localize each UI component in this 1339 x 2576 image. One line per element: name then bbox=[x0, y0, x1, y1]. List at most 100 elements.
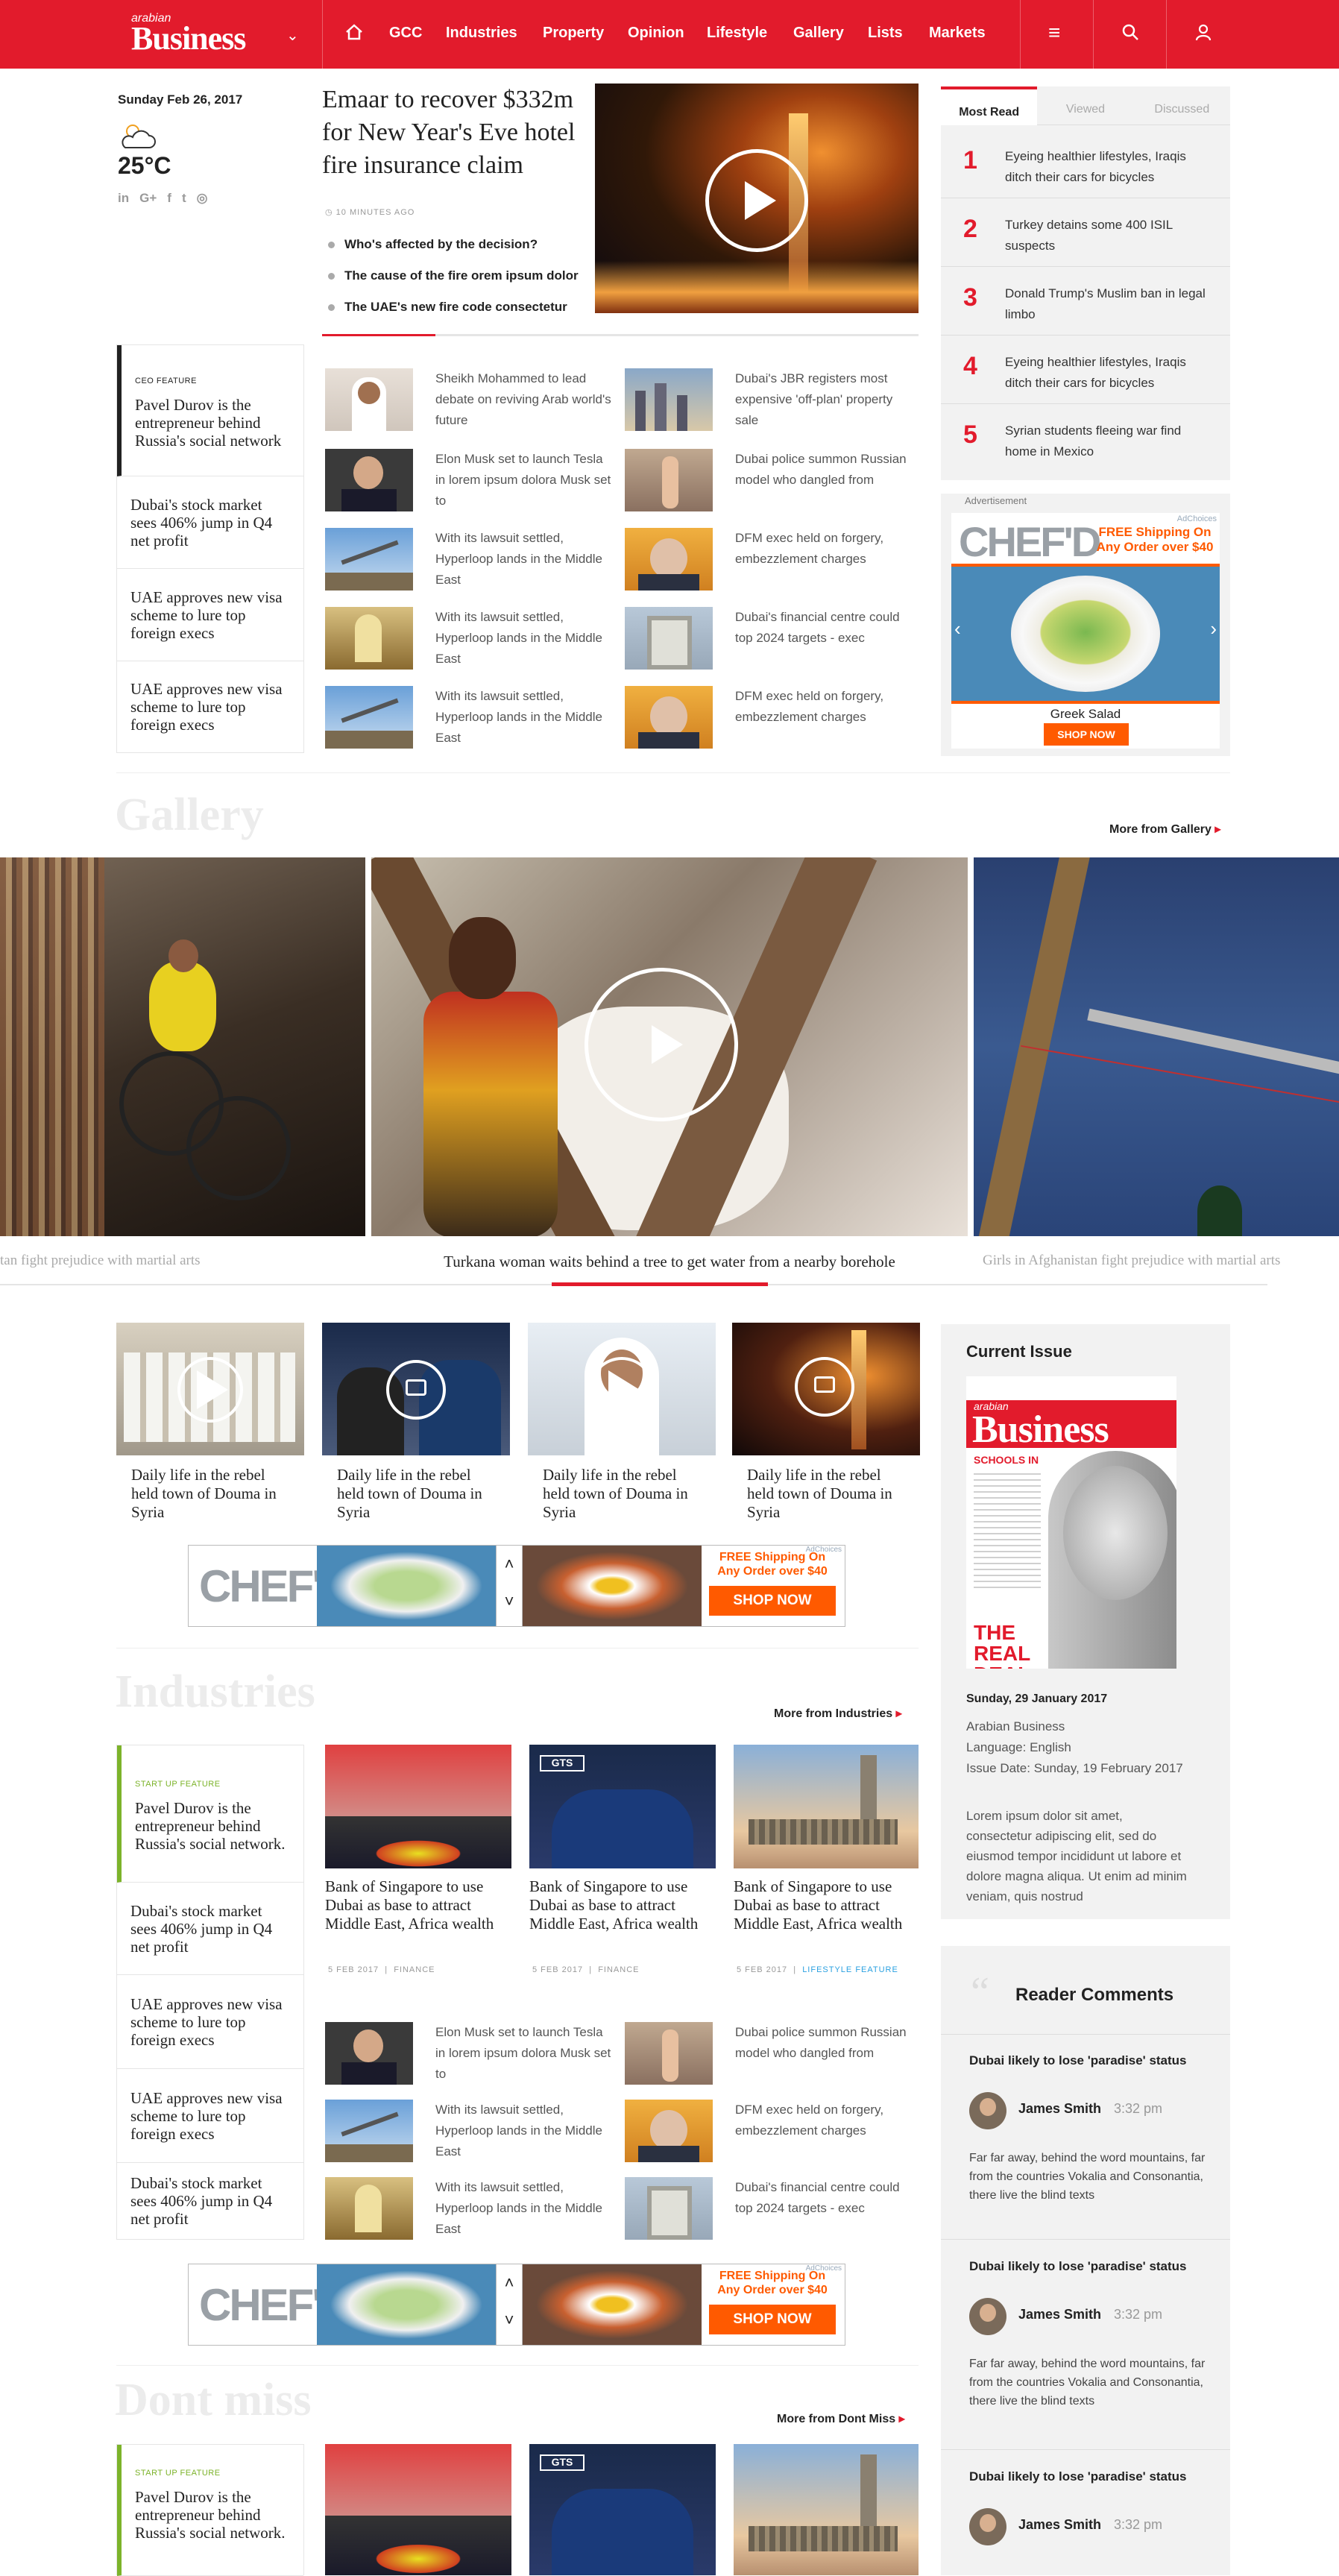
instagram-icon[interactable]: ◎ bbox=[197, 191, 208, 206]
news-item[interactable]: Dubai's financial centre could top 2024 … bbox=[625, 607, 916, 676]
nav-lifestyle[interactable]: Lifestyle bbox=[707, 25, 767, 42]
carousel-next-icon[interactable]: › bbox=[1210, 617, 1217, 640]
news-item[interactable]: Dubai's JBR registers most expensive 'of… bbox=[625, 368, 916, 437]
industry-card[interactable]: GTS Bank of Singapore to use Dubai as ba… bbox=[529, 1745, 716, 1933]
news-item[interactable]: Dubai's financial centre could top 2024 … bbox=[625, 2177, 916, 2246]
lead-bullet[interactable]: Who's affected by the decision? bbox=[325, 237, 579, 252]
menu-icon[interactable]: ≡ bbox=[1048, 21, 1060, 45]
dontmiss-image[interactable] bbox=[734, 2444, 919, 2575]
news-item[interactable]: DFM exec held on forgery, embezzlement c… bbox=[625, 2100, 916, 2168]
banner-arrows[interactable]: ˄ ˅ bbox=[496, 2264, 523, 2345]
gallery-caption-next: Girls in Afghanistan fight prejudice wit… bbox=[983, 1253, 1281, 1268]
feature-item[interactable]: START UP FEATURE Pavel Durov is the entr… bbox=[117, 2445, 303, 2576]
twitter-icon[interactable]: t bbox=[182, 191, 186, 206]
more-dontmiss-link[interactable]: More from Dont Miss bbox=[777, 2411, 905, 2426]
avatar bbox=[969, 2508, 1006, 2545]
news-item[interactable]: Dubai police summon Russian model who da… bbox=[625, 449, 916, 517]
feature-item[interactable]: Dubai's stock market sees 406% jump in Q… bbox=[117, 1883, 303, 1975]
gallery-card[interactable]: Daily life in the rebel held town of Dou… bbox=[732, 1323, 920, 1532]
camera-icon[interactable] bbox=[795, 1357, 854, 1417]
industry-card[interactable]: Bank of Singapore to use Dubai as base t… bbox=[325, 1745, 511, 1933]
user-icon[interactable] bbox=[1194, 22, 1212, 46]
nav-property[interactable]: Property bbox=[543, 25, 604, 42]
news-item[interactable]: With its lawsuit settled, Hyperloop land… bbox=[325, 2177, 616, 2246]
dontmiss-image[interactable]: GTS bbox=[529, 2444, 716, 2575]
banner-shop-button[interactable]: SHOP NOW bbox=[709, 1586, 836, 1616]
play-icon[interactable] bbox=[589, 1357, 655, 1423]
feature-item[interactable]: START UP FEATURE Pavel Durov is the entr… bbox=[117, 1745, 303, 1883]
news-item[interactable]: With its lawsuit settled, Hyperloop land… bbox=[325, 686, 616, 755]
news-item[interactable]: Sheikh Mohammed to lead debate on revivi… bbox=[325, 368, 616, 437]
nav-gcc[interactable]: GCC bbox=[389, 25, 422, 42]
nav-markets[interactable]: Markets bbox=[929, 25, 986, 42]
tab-viewed[interactable]: Viewed bbox=[1037, 86, 1134, 125]
comment-item[interactable]: Dubai likely to lose 'paradise' status J… bbox=[941, 2450, 1230, 2575]
play-icon[interactable] bbox=[177, 1357, 243, 1423]
dontmiss-image[interactable] bbox=[325, 2444, 511, 2575]
lead-headline[interactable]: Emaar to recover $332m for New Year's Ev… bbox=[322, 84, 590, 182]
home-icon[interactable] bbox=[344, 22, 364, 47]
ad-shop-button[interactable]: SHOP NOW bbox=[1044, 723, 1129, 746]
news-item[interactable]: With its lawsuit settled, Hyperloop land… bbox=[325, 2100, 616, 2168]
nav-gallery[interactable]: Gallery bbox=[793, 25, 844, 42]
banner-shop-button[interactable]: SHOP NOW bbox=[709, 2305, 836, 2334]
most-read-item[interactable]: 2 Turkey detains some 400 ISIL suspects bbox=[941, 198, 1230, 267]
most-read-item[interactable]: 3 Donald Trump's Muslim ban in legal limb… bbox=[941, 267, 1230, 336]
chevron-down-icon[interactable]: ⌄ bbox=[286, 24, 299, 48]
play-icon[interactable] bbox=[705, 149, 808, 252]
industry-card[interactable]: Bank of Singapore to use Dubai as base t… bbox=[734, 1745, 919, 1933]
comment-item[interactable]: Dubai likely to lose 'paradise' status J… bbox=[941, 2034, 1230, 2240]
feature-item[interactable]: CEO FEATURE Pavel Durov is the entrepren… bbox=[117, 345, 303, 476]
gallery-caption-prev: tan fight prejudice with martial arts bbox=[0, 1253, 201, 1268]
most-read-item[interactable]: 5 Syrian students fleeing war find home i… bbox=[941, 404, 1230, 473]
news-item[interactable]: Elon Musk set to launch Tesla in lorem i… bbox=[325, 2022, 616, 2091]
feature-item[interactable]: UAE approves new visa scheme to lure top… bbox=[117, 2069, 303, 2163]
nav-opinion[interactable]: Opinion bbox=[628, 25, 684, 42]
news-item[interactable]: DFM exec held on forgery, embezzlement c… bbox=[625, 528, 916, 596]
feature-item[interactable]: Dubai's stock market sees 406% jump in Q… bbox=[117, 2163, 303, 2239]
carousel-prev-icon[interactable]: ‹ bbox=[954, 617, 961, 640]
comment-item[interactable]: Dubai likely to lose 'paradise' status J… bbox=[941, 2240, 1230, 2450]
nav-lists[interactable]: Lists bbox=[868, 25, 903, 42]
site-logo[interactable]: arabian Business bbox=[131, 13, 246, 55]
news-item[interactable]: DFM exec held on forgery, embezzlement c… bbox=[625, 686, 916, 755]
ad-creative[interactable]: CHEF'D AdChoices FREE Shipping On Any Ord… bbox=[951, 513, 1220, 749]
lead-bullet[interactable]: The UAE's new fire code consectetur bbox=[325, 300, 579, 315]
feature-item[interactable]: UAE approves new visa scheme to lure top… bbox=[117, 569, 303, 661]
play-icon[interactable] bbox=[585, 968, 738, 1121]
banner-arrows[interactable]: ˄ ˅ bbox=[496, 1546, 523, 1626]
gallery-image-prev[interactable] bbox=[0, 857, 365, 1236]
current-issue-title: Current Issue bbox=[966, 1342, 1072, 1361]
gallery-card[interactable]: Daily life in the rebel held town of Dou… bbox=[116, 1323, 304, 1532]
banner-ad[interactable]: CHEF'D ˄ ˅ FREE Shipping On Any Order over… bbox=[188, 1545, 845, 1627]
gallery-image-main[interactable] bbox=[371, 857, 968, 1236]
news-item[interactable]: Dubai police summon Russian model who da… bbox=[625, 2022, 916, 2091]
gallery-card[interactable]: Daily life in the rebel held town of Dou… bbox=[322, 1323, 510, 1532]
tab-most-read[interactable]: Most Read bbox=[941, 86, 1038, 125]
lead-video-thumbnail[interactable] bbox=[595, 84, 919, 313]
facebook-icon[interactable]: f bbox=[167, 191, 171, 206]
googleplus-icon[interactable]: G+ bbox=[139, 191, 157, 206]
magazine-cover[interactable]: arabian Business SCHOOLS IN THE REAL DEA… bbox=[966, 1376, 1176, 1669]
more-gallery-link[interactable]: More from Gallery bbox=[1109, 822, 1220, 837]
most-read-item[interactable]: 1 Eyeing healthier lifestyles, Iraqis dit… bbox=[941, 130, 1230, 198]
camera-icon[interactable] bbox=[386, 1360, 446, 1420]
linkedin-icon[interactable]: in bbox=[118, 191, 129, 206]
gallery-card[interactable]: Daily life in the rebel held town of Dou… bbox=[528, 1323, 716, 1532]
industries-feature-list: START UP FEATURE Pavel Durov is the entr… bbox=[116, 1745, 304, 2240]
comments-title: Reader Comments bbox=[1015, 1985, 1174, 2005]
news-item[interactable]: Elon Musk set to launch Tesla in lorem i… bbox=[325, 449, 616, 517]
search-icon[interactable] bbox=[1121, 22, 1139, 46]
tab-discussed[interactable]: Discussed bbox=[1133, 86, 1230, 125]
news-item[interactable]: With its lawsuit settled, Hyperloop land… bbox=[325, 528, 616, 596]
feature-item[interactable]: Dubai's stock market sees 406% jump in Q… bbox=[117, 476, 303, 569]
feature-item[interactable]: UAE approves new visa scheme to lure top… bbox=[117, 661, 303, 752]
lead-bullet[interactable]: The cause of the fire orem ipsum dolor bbox=[325, 268, 579, 283]
nav-industries[interactable]: Industries bbox=[446, 25, 517, 42]
banner-ad[interactable]: CHEF'D ˄ ˅ FREE Shipping On Any Order over… bbox=[188, 2264, 845, 2346]
gallery-image-next[interactable] bbox=[974, 857, 1339, 1236]
most-read-item[interactable]: 4 Eyeing healthier lifestyles, Iraqis dit… bbox=[941, 336, 1230, 404]
news-item[interactable]: With its lawsuit settled, Hyperloop land… bbox=[325, 607, 616, 676]
feature-item[interactable]: UAE approves new visa scheme to lure top… bbox=[117, 1975, 303, 2069]
more-industries-link[interactable]: More from Industries bbox=[774, 1706, 902, 1721]
